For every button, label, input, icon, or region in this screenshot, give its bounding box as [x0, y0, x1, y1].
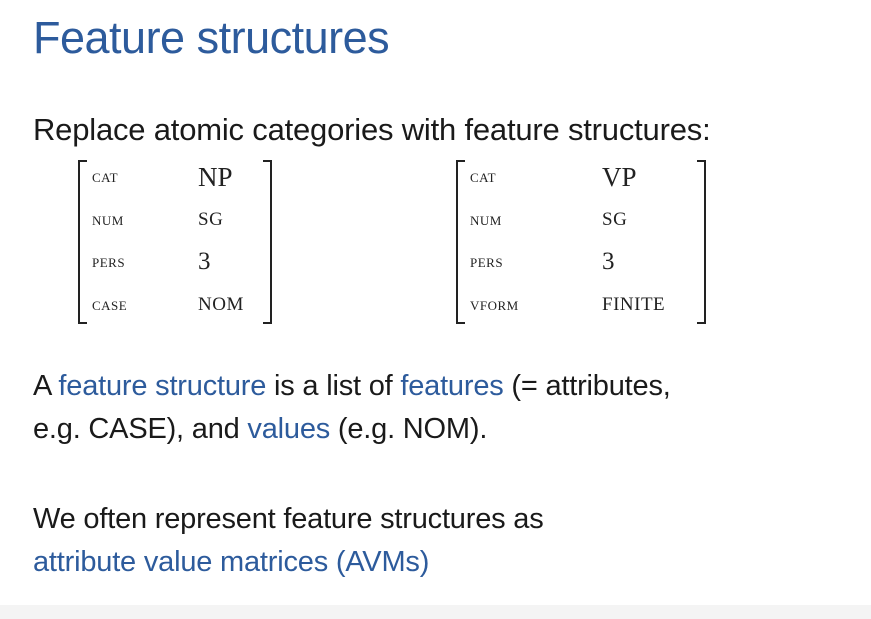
bottom-strip: [0, 605, 871, 619]
highlight-feature-structure: feature structure: [58, 370, 267, 402]
avm-attr: NUM: [92, 209, 124, 230]
avm-value: 3: [602, 248, 615, 275]
slide-title: Feature structures: [33, 12, 390, 63]
avm-row-pers: PERS 3: [92, 242, 211, 282]
left-bracket: [78, 160, 87, 324]
avm-attr: NUM: [470, 209, 502, 230]
right-bracket: [263, 160, 272, 324]
text-run: e.g. CASE), and: [33, 413, 248, 445]
avm-value: SG: [602, 209, 628, 230]
slide: Feature structures Replace atomic catego…: [0, 0, 871, 619]
avm-attr: VFORM: [470, 294, 519, 315]
avm-attr: CAT: [92, 166, 119, 187]
intro-text: Replace atomic categories with feature s…: [33, 112, 711, 147]
avm-row-num: NUM SG: [470, 200, 627, 240]
avm-paragraph: We often represent feature structures as…: [33, 498, 544, 584]
definition-line-1: A feature structure is a list of feature…: [33, 365, 671, 408]
highlight-values: values: [247, 413, 331, 445]
avm-value: 3: [198, 248, 211, 275]
avm-row-num: NUM SG: [92, 200, 223, 240]
text-run: is a list of: [266, 370, 401, 402]
highlight-avms: attribute value matrices (AVMs): [33, 546, 430, 578]
avm-row-case: CASE NOM: [92, 285, 244, 325]
definition-line-2: e.g. CASE), and values (e.g. NOM).: [33, 408, 671, 451]
avm-attr: PERS: [470, 251, 504, 272]
avm-attr: CAT: [470, 166, 497, 187]
avm-value: VP: [602, 162, 637, 192]
avm-value: FINITE: [602, 294, 666, 315]
avm-row-cat: CAT NP: [92, 157, 233, 197]
definition-paragraph: A feature structure is a list of feature…: [33, 365, 671, 451]
text-run: A: [33, 370, 59, 402]
avm-value: SG: [198, 209, 224, 230]
avm-vp: CAT VP NUM SG PERS 3 VFORM FINITE: [456, 154, 706, 324]
avm-np: CAT NP NUM SG PERS 3 CASE NOM: [78, 154, 272, 324]
avm-row-vform: VFORM FINITE: [470, 285, 665, 325]
avm-row-cat: CAT VP: [470, 157, 637, 197]
avm-attr: CASE: [92, 294, 128, 315]
text-run: (e.g. NOM).: [330, 413, 488, 445]
avm-value: NP: [198, 162, 233, 192]
avm-line-1: We often represent feature structures as: [33, 503, 544, 535]
avm-attr: PERS: [92, 251, 126, 272]
avm-value: NOM: [198, 294, 244, 315]
text-run: (= attributes,: [503, 370, 671, 402]
highlight-features: features: [400, 370, 504, 402]
left-bracket: [456, 160, 465, 324]
right-bracket: [697, 160, 706, 324]
avm-row-pers: PERS 3: [470, 242, 615, 282]
